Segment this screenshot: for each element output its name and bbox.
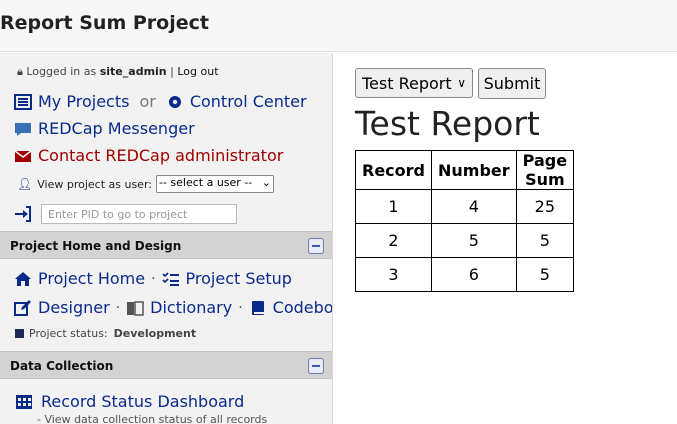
user-icon: 👤︎ bbox=[17, 177, 33, 191]
report-select[interactable]: Test Report ∨ bbox=[355, 68, 473, 98]
section-data-collection: Data Collection bbox=[0, 351, 332, 379]
record-status-description: - View data collection status of all rec… bbox=[37, 413, 268, 424]
top-header: Report Sum Project bbox=[0, 0, 677, 52]
contact-admin-link[interactable]: Contact REDCap administrator bbox=[38, 146, 283, 165]
list-icon bbox=[14, 93, 32, 110]
dictionary-icon bbox=[127, 300, 144, 316]
sign-in-icon bbox=[15, 206, 31, 222]
report-table: Record Number Page Sum 1 4 25 2 5 5 3 6 … bbox=[355, 150, 575, 292]
status-icon bbox=[15, 329, 24, 338]
login-status: 🔒︎ Logged in as site_admin | Log out bbox=[17, 65, 219, 78]
checklist-icon bbox=[161, 271, 179, 286]
logout-link[interactable]: Log out bbox=[177, 65, 218, 78]
project-setup-link[interactable]: Project Setup bbox=[186, 269, 292, 288]
gear-icon bbox=[168, 95, 181, 108]
my-projects-link[interactable]: My Projects bbox=[38, 92, 129, 111]
codebook-link[interactable]: Codebook bbox=[273, 298, 332, 317]
table-row: 2 5 5 bbox=[355, 223, 575, 258]
home-icon bbox=[15, 271, 31, 286]
messenger-link[interactable]: REDCap Messenger bbox=[38, 119, 195, 138]
envelope-icon bbox=[14, 149, 32, 162]
header-number: Number bbox=[431, 150, 517, 190]
table-row: 3 6 5 bbox=[355, 257, 575, 292]
dictionary-link[interactable]: Dictionary bbox=[150, 298, 232, 317]
record-status-dashboard-link[interactable]: Record Status Dashboard bbox=[41, 392, 244, 411]
header-record: Record bbox=[355, 150, 432, 190]
edit-icon bbox=[14, 299, 31, 316]
status-badge: Development bbox=[113, 327, 197, 340]
chevron-down-icon: ⌄ bbox=[261, 176, 271, 189]
designer-link[interactable]: Designer bbox=[38, 298, 110, 317]
table-row: 1 4 25 bbox=[355, 189, 575, 224]
table-header-row: Record Number Page Sum bbox=[355, 150, 575, 190]
collapse-button[interactable] bbox=[308, 358, 324, 374]
pid-input[interactable]: Enter PID to go to project bbox=[41, 204, 237, 224]
report-title: Test Report bbox=[355, 104, 540, 143]
sidebar: 🔒︎ Logged in as site_admin | Log out My … bbox=[0, 53, 333, 424]
header-page-sum: Page Sum bbox=[515, 150, 575, 190]
lock-icon: 🔒︎ bbox=[17, 65, 23, 78]
collapse-button[interactable] bbox=[308, 238, 324, 254]
page-title: Report Sum Project bbox=[0, 12, 209, 34]
chevron-down-icon: ∨ bbox=[457, 76, 466, 90]
username: site_admin bbox=[99, 65, 167, 78]
table-icon bbox=[16, 394, 32, 409]
book-icon bbox=[251, 300, 264, 315]
view-as-user-select[interactable]: -- select a user -- ⌄ bbox=[155, 175, 274, 193]
chat-icon bbox=[15, 122, 31, 136]
submit-button[interactable]: Submit bbox=[478, 68, 546, 99]
section-project-home: Project Home and Design bbox=[0, 231, 332, 259]
project-home-link[interactable]: Project Home bbox=[38, 269, 145, 288]
control-center-link[interactable]: Control Center bbox=[190, 92, 307, 111]
